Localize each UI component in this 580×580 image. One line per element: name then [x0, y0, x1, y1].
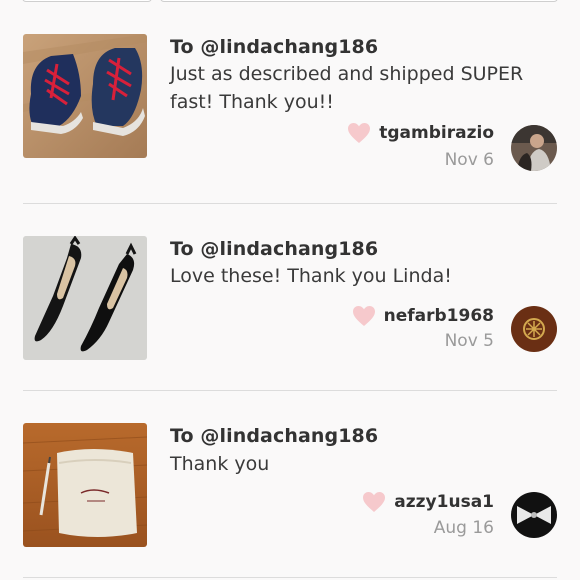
sneaker-photo	[23, 34, 147, 158]
reviewer-avatar[interactable]	[511, 125, 557, 171]
top-tab-bar	[0, 0, 580, 3]
review-recipient[interactable]: To @lindachang186	[170, 425, 378, 447]
user-photo	[511, 125, 557, 171]
brand-logo-avatar	[511, 306, 557, 352]
reviewer-row: nefarb1968	[352, 305, 494, 327]
review-recipient[interactable]: To @lindachang186	[170, 238, 378, 260]
tab-right[interactable]	[160, 0, 558, 2]
listing-thumbnail[interactable]	[23, 423, 147, 547]
reviewer-avatar[interactable]	[511, 306, 557, 352]
reviewer-username[interactable]: nefarb1968	[384, 306, 494, 326]
reviewer-avatar[interactable]	[511, 492, 557, 538]
listing-thumbnail[interactable]	[23, 236, 147, 360]
review-comment: Love these! Thank you Linda!	[170, 265, 452, 287]
reviewer-username[interactable]: azzy1usa1	[394, 492, 494, 512]
review-comment: Thank you	[170, 453, 270, 475]
pumps-photo	[23, 236, 147, 360]
review-recipient[interactable]: To @lindachang186	[170, 36, 378, 58]
dust-bag-photo	[23, 423, 147, 547]
divider	[23, 390, 557, 391]
heart-icon[interactable]	[347, 122, 371, 144]
heart-icon[interactable]	[352, 305, 376, 327]
reviewer-username[interactable]: tgambirazio	[379, 123, 494, 143]
divider	[23, 577, 557, 578]
listing-thumbnail[interactable]	[23, 34, 147, 158]
tab-left[interactable]	[22, 0, 152, 2]
bow-avatar	[511, 492, 557, 538]
reviewer-row: tgambirazio	[347, 122, 494, 144]
divider	[23, 203, 557, 204]
review-date: Nov 6	[444, 150, 494, 170]
review-date: Aug 16	[433, 518, 494, 538]
review-date: Nov 5	[444, 331, 494, 351]
reviewer-row: azzy1usa1	[362, 491, 494, 513]
heart-icon[interactable]	[362, 491, 386, 513]
review-comment: Just as described and shipped SUPER fast…	[170, 63, 524, 113]
